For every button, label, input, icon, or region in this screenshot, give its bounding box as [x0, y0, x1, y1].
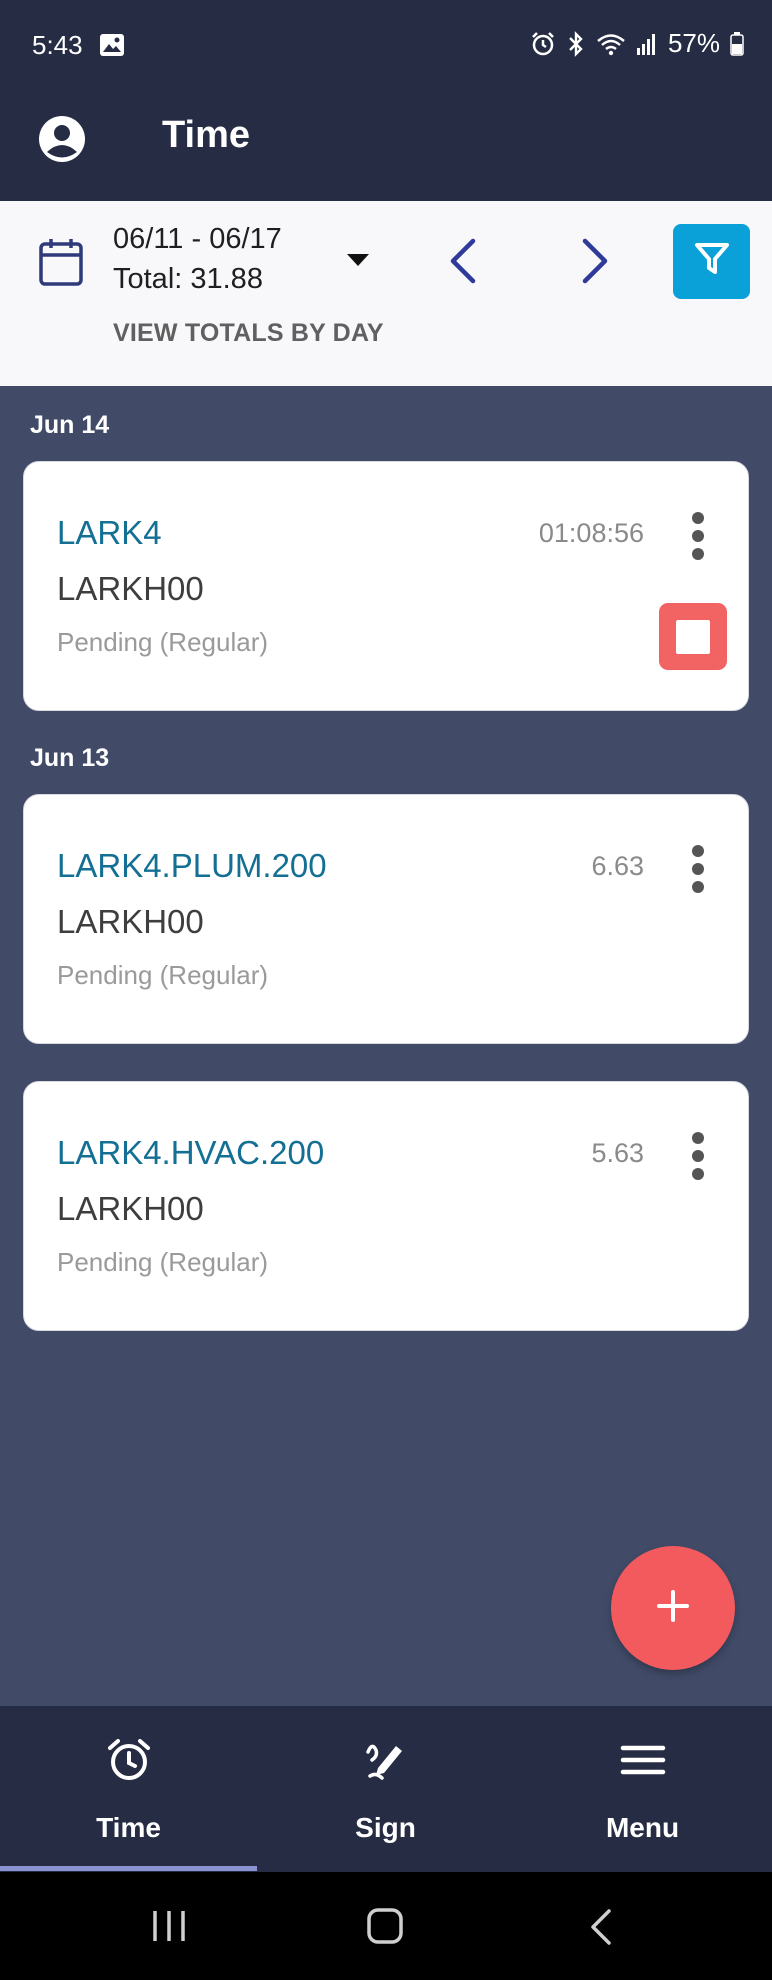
stop-icon — [676, 619, 710, 654]
entry-employee: LARKH00 — [57, 1190, 204, 1227]
nav-tab-time[interactable]: Time — [0, 1706, 257, 1872]
battery-icon — [730, 31, 744, 56]
time-entry-card[interactable]: LARK4.PLUM.200 LARKH00 Pending (Regular)… — [23, 794, 749, 1044]
add-entry-button[interactable] — [611, 1546, 735, 1670]
more-vertical-icon[interactable] — [692, 512, 704, 560]
nav-label: Time — [96, 1812, 161, 1843]
status-time: 5:43 — [32, 30, 83, 60]
nav-label: Menu — [605, 1812, 680, 1843]
date-group-header: Jun 13 — [30, 744, 110, 772]
alarm-clock-icon — [105, 1736, 153, 1789]
time-entry-card[interactable]: LARK4.HVAC.200 LARKH00 Pending (Regular)… — [23, 1081, 749, 1331]
entry-hours: 01:08:56 — [538, 518, 644, 548]
entry-status: Pending (Regular) — [57, 1247, 269, 1277]
range-total: Total: 31.88 — [113, 263, 263, 295]
signature-icon — [362, 1736, 410, 1789]
system-navigation-bar — [0, 1872, 772, 1980]
entry-hours: 5.63 — [591, 1138, 644, 1168]
calendar-icon[interactable] — [38, 237, 84, 292]
home-icon[interactable] — [366, 1908, 404, 1949]
entry-code: LARK4.HVAC.200 — [57, 1134, 325, 1171]
filter-icon — [693, 240, 731, 283]
back-icon[interactable] — [588, 1908, 614, 1951]
page-title: Time — [162, 114, 251, 156]
nav-tab-sign[interactable]: Sign — [257, 1706, 514, 1872]
image-icon — [99, 33, 125, 62]
more-vertical-icon[interactable] — [692, 845, 704, 893]
plus-icon — [655, 1588, 691, 1629]
alarm-icon — [530, 31, 556, 57]
wifi-icon — [596, 31, 626, 57]
nav-tab-menu[interactable]: Menu — [514, 1706, 771, 1872]
bluetooth-icon — [566, 30, 586, 57]
entry-hours: 6.63 — [591, 851, 644, 881]
date-group-header: Jun 14 — [30, 411, 110, 439]
entry-code: LARK4 — [57, 514, 162, 551]
status-icons: 57% — [530, 28, 744, 59]
entry-status: Pending (Regular) — [57, 960, 269, 990]
filter-button[interactable] — [673, 224, 750, 299]
next-week-button[interactable] — [580, 238, 610, 289]
time-entry-card[interactable]: LARK4 LARKH00 Pending (Regular) 01:08:56 — [23, 461, 749, 711]
entry-status: Pending (Regular) — [57, 627, 269, 657]
active-tab-indicator — [0, 1866, 257, 1871]
app-header: Time — [0, 75, 772, 201]
hamburger-menu-icon — [619, 1736, 667, 1789]
recent-apps-icon[interactable] — [150, 1908, 188, 1949]
stop-timer-button[interactable] — [659, 603, 727, 670]
battery-percent: 57% — [667, 28, 720, 58]
previous-week-button[interactable] — [448, 238, 478, 289]
signal-icon — [636, 32, 658, 56]
entry-employee: LARKH00 — [57, 903, 204, 940]
account-circle-icon[interactable] — [38, 115, 86, 168]
more-vertical-icon[interactable] — [692, 1132, 704, 1180]
entry-employee: LARKH00 — [57, 570, 204, 607]
status-bar: 5:43 57% — [0, 0, 772, 75]
range-dates[interactable]: 06/11 - 06/17 — [113, 223, 282, 256]
date-range-panel: 06/11 - 06/17 Total: 31.88 VIEW TOTALS B… — [0, 201, 772, 386]
nav-label: Sign — [355, 1812, 416, 1843]
entry-code: LARK4.PLUM.200 — [57, 847, 327, 884]
bottom-navigation: Time Sign Menu — [0, 1706, 772, 1872]
view-totals-by-day-link[interactable]: VIEW TOTALS BY DAY — [113, 319, 384, 348]
caret-down-icon[interactable] — [346, 253, 370, 272]
